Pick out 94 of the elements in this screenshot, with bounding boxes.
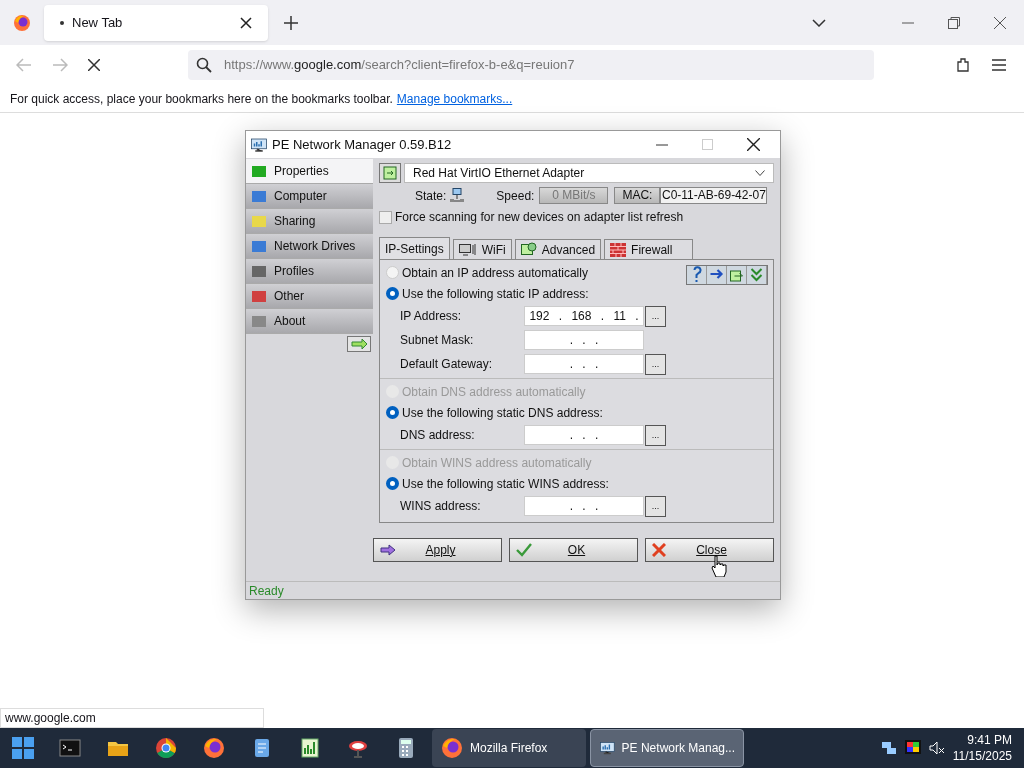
close-icon[interactable]: [994, 16, 1006, 29]
monitor-icon: [250, 135, 268, 154]
browser-tab[interactable]: New Tab: [44, 4, 268, 41]
checkbox-label: Force scanning for new devices on adapter list refresh: [395, 209, 684, 226]
clock-time: 9:41 PM: [967, 732, 1012, 748]
window-title: PE Network Manager 0.59.B12: [272, 135, 452, 154]
chart-icon[interactable]: [298, 736, 322, 760]
clock-date: 11/15/2025: [952, 748, 1012, 764]
terminal-icon[interactable]: [58, 736, 82, 760]
field-label: WINS address:: [399, 498, 482, 515]
mac-label: MAC:: [614, 187, 661, 204]
radio-button[interactable]: [386, 287, 399, 300]
start-icon[interactable]: [12, 737, 34, 759]
adapter-dropdown[interactable]: Red Hat VirtIO Ethernet Adapter: [404, 163, 774, 183]
mac-value: C0-11-AB-69-42-07: [660, 187, 768, 204]
speed-label: Speed:: [496, 187, 535, 205]
field-label: Default Gateway:: [399, 356, 494, 373]
sidebar-item[interactable]: Other: [246, 284, 373, 309]
refresh-adapter-icon[interactable]: [379, 163, 401, 183]
taskbar-window-button[interactable]: PE Network Manag...: [590, 729, 744, 767]
close-icon: [652, 543, 666, 557]
checkbox[interactable]: [379, 210, 392, 224]
firefox-icon: [12, 12, 32, 33]
sidebar-item[interactable]: Sharing: [246, 209, 373, 234]
speed-value: 0 MBit/s: [539, 187, 609, 204]
radio-label: Use the following static WINS address:: [402, 475, 609, 493]
radio-label: Obtain an IP address automatically: [402, 264, 588, 282]
menu-icon[interactable]: [992, 59, 1006, 71]
browse-button[interactable]: ...: [645, 424, 666, 446]
status-url: www.google.com: [0, 708, 264, 728]
chrome-icon[interactable]: [154, 736, 178, 760]
field-label: IP Address:: [399, 308, 463, 325]
tab-title: New Tab: [72, 13, 124, 32]
field-label: DNS address:: [399, 427, 476, 444]
chevron-down-icon[interactable]: [812, 18, 826, 27]
sidebar-item[interactable]: Network Drives: [246, 234, 373, 259]
chevron-down-icon: [755, 170, 765, 176]
firefox-icon[interactable]: [202, 736, 226, 760]
radio-button[interactable]: [386, 477, 399, 490]
browse-button[interactable]: ...: [645, 353, 666, 375]
gear-icon: [520, 242, 537, 257]
ip-address-field[interactable]: . . .: [524, 354, 644, 374]
state-label: State:: [415, 187, 447, 205]
sidebar-item[interactable]: About: [246, 309, 373, 334]
tab[interactable]: Firewall: [604, 239, 694, 259]
radio-label: Obtain DNS address automatically: [402, 383, 586, 401]
ip-address-field[interactable]: . . .: [524, 496, 644, 516]
close-button[interactable]: Close: [645, 538, 774, 562]
maximize-icon: [702, 139, 713, 150]
close-icon[interactable]: [747, 138, 760, 151]
radio-button[interactable]: [386, 406, 399, 419]
sidebar-item[interactable]: Computer: [246, 184, 373, 209]
radio-label: Obtain WINS address automatically: [402, 454, 592, 472]
bookmarks-message: For quick access, place your bookmarks here on the bookmarks toolbar.: [10, 90, 393, 108]
taskbar-window-button[interactable]: Mozilla Firefox: [432, 729, 586, 767]
sidebar-item[interactable]: Profiles: [246, 259, 373, 284]
stop-icon[interactable]: [88, 59, 100, 71]
tab[interactable]: Advanced: [514, 239, 602, 259]
ok-button[interactable]: OK: [509, 538, 638, 562]
ip-address-field[interactable]: 192 . 168 . 11 .: [524, 306, 644, 326]
tab[interactable]: WiFi: [452, 239, 512, 259]
help-icon[interactable]: [687, 266, 707, 284]
sidebar-item[interactable]: Properties: [246, 159, 373, 184]
apply-button[interactable]: Apply: [373, 538, 502, 562]
browse-button[interactable]: ...: [645, 305, 666, 327]
new-tab-icon[interactable]: [284, 15, 298, 30]
status-bar: Ready: [246, 581, 780, 599]
minimize-icon[interactable]: [656, 143, 668, 146]
ip-address-field[interactable]: . . .: [524, 425, 644, 445]
ip-address-field[interactable]: . . .: [524, 330, 644, 350]
field-label: Subnet Mask:: [399, 332, 475, 349]
hand-cursor-icon: [711, 555, 727, 577]
search-icon: [196, 57, 212, 73]
close-icon[interactable]: [240, 16, 252, 29]
check-icon: [516, 543, 532, 557]
wifi-icon: [458, 243, 477, 256]
address-bar[interactable]: https://www.google.com/search?client=firefox-b-e&q=reuion7: [188, 50, 874, 80]
firefox-icon: [440, 736, 464, 760]
color-display-icon[interactable]: [904, 740, 921, 756]
brick-wall-icon: [610, 242, 627, 257]
url-text: https://www.google.com/search?client=firefox-b-e&q=reuion7: [224, 56, 575, 75]
arrow-right-icon[interactable]: [347, 336, 371, 352]
arrow-right-icon[interactable]: [707, 266, 727, 284]
browse-button[interactable]: ...: [645, 495, 666, 517]
restore-icon[interactable]: [948, 16, 960, 29]
radio-label: Use the following static IP address:: [402, 285, 589, 303]
manage-bookmarks-link[interactable]: Manage bookmarks...: [396, 89, 513, 108]
volume-muted-icon[interactable]: [928, 740, 945, 756]
export-icon[interactable]: [727, 266, 747, 284]
double-chevron-down-icon[interactable]: [747, 266, 767, 284]
radio-label: Use the following static DNS address:: [402, 404, 603, 422]
tab[interactable]: IP-Settings: [379, 237, 450, 259]
arrow-right-icon: [380, 544, 396, 556]
extensions-icon[interactable]: [956, 57, 972, 73]
